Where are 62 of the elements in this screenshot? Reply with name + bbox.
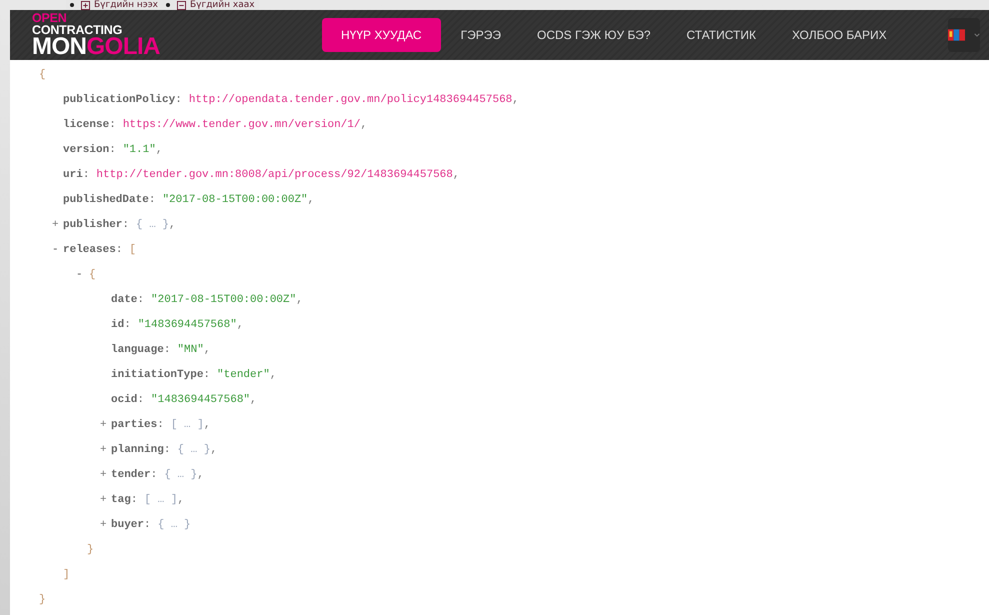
open-bracket: [ bbox=[129, 244, 136, 256]
close-bracket: } bbox=[39, 594, 46, 606]
open-bracket: { bbox=[39, 68, 46, 80]
json-key: publishedDate: bbox=[63, 194, 156, 206]
open-bracket: { bbox=[89, 268, 96, 280]
collapsed-value: { … }, bbox=[177, 444, 218, 456]
expand-toggle[interactable]: + bbox=[100, 468, 111, 480]
nav-link[interactable]: ГЭРЭЭ bbox=[442, 18, 519, 52]
collapse-toggle[interactable]: - bbox=[52, 244, 63, 256]
collapsed-value: [ … ], bbox=[144, 494, 184, 506]
json-key: id: bbox=[111, 318, 131, 330]
expand-toggle[interactable]: + bbox=[100, 518, 111, 530]
minus-box-icon bbox=[176, 0, 186, 10]
json-key: publisher: bbox=[63, 218, 130, 230]
collapse-toggle[interactable]: - bbox=[76, 268, 87, 280]
json-key: parties: bbox=[111, 418, 164, 430]
expand-toggle[interactable]: + bbox=[100, 444, 111, 456]
json-value: "2017-08-15T00:00:00Z", bbox=[151, 294, 303, 306]
plus-box-icon bbox=[81, 0, 90, 10]
json-key: publicationPolicy: bbox=[63, 94, 182, 106]
json-value: "1483694457568", bbox=[138, 318, 244, 330]
nav-link[interactable]: СТАТИСТИК bbox=[668, 18, 774, 52]
json-key: initiationType: bbox=[111, 368, 210, 380]
json-key: planning: bbox=[111, 444, 170, 456]
json-key: tag: bbox=[111, 494, 138, 506]
json-value: "MN", bbox=[177, 344, 210, 356]
json-key: ocid: bbox=[111, 394, 144, 406]
json-value: http://tender.gov.mn:8008/api/process/92/1483694457568, bbox=[96, 168, 460, 180]
nav-link[interactable]: OCDS ГЭЖ ЮУ БЭ? bbox=[519, 18, 669, 52]
expand-toggle[interactable]: + bbox=[100, 494, 111, 506]
nav-link[interactable]: ХОЛБОО БАРИХ bbox=[774, 18, 905, 52]
overlay-link[interactable]: Бүгдийн хаах bbox=[190, 0, 255, 10]
json-key: license: bbox=[63, 118, 116, 130]
expand-toggle[interactable]: + bbox=[100, 418, 111, 430]
json-value: "1.1", bbox=[122, 144, 162, 156]
nav-link[interactable]: НҮҮР ХУУДАС bbox=[322, 18, 441, 52]
json-value: http://opendata.tender.gov.mn/policy1483694457568, bbox=[188, 94, 519, 106]
expand-toggle[interactable]: + bbox=[52, 218, 63, 230]
json-key: language: bbox=[111, 344, 170, 356]
logo[interactable]: OPEN CONTRACTING MONGOLIA bbox=[32, 12, 160, 58]
json-key: uri: bbox=[63, 168, 90, 180]
flag-icon bbox=[948, 29, 965, 41]
collapsed-value: { … }, bbox=[136, 218, 176, 230]
overlay-link[interactable]: Бүгдийн нээх bbox=[94, 0, 158, 10]
bullet-icon bbox=[166, 3, 170, 7]
json-key: tender: bbox=[111, 468, 158, 480]
json-value: "2017-08-15T00:00:00Z", bbox=[162, 194, 314, 206]
json-key: date: bbox=[111, 294, 144, 306]
collapsed-value: { … } bbox=[158, 518, 191, 530]
bullet-icon bbox=[70, 3, 74, 7]
collapsed-value: [ … ], bbox=[170, 418, 210, 430]
close-bracket: ] bbox=[63, 568, 70, 580]
json-value: https://www.tender.gov.mn/version/1/, bbox=[122, 118, 368, 130]
json-key: buyer: bbox=[111, 518, 151, 530]
json-key: version: bbox=[63, 144, 116, 156]
caret-icon bbox=[974, 33, 980, 37]
json-key: releases: bbox=[63, 244, 122, 256]
json-value: "1483694457568", bbox=[151, 394, 257, 406]
collapsed-value: { … }, bbox=[164, 468, 204, 480]
close-bracket: } bbox=[87, 544, 94, 556]
language-button[interactable] bbox=[948, 18, 980, 52]
json-value: "tender", bbox=[217, 368, 276, 380]
